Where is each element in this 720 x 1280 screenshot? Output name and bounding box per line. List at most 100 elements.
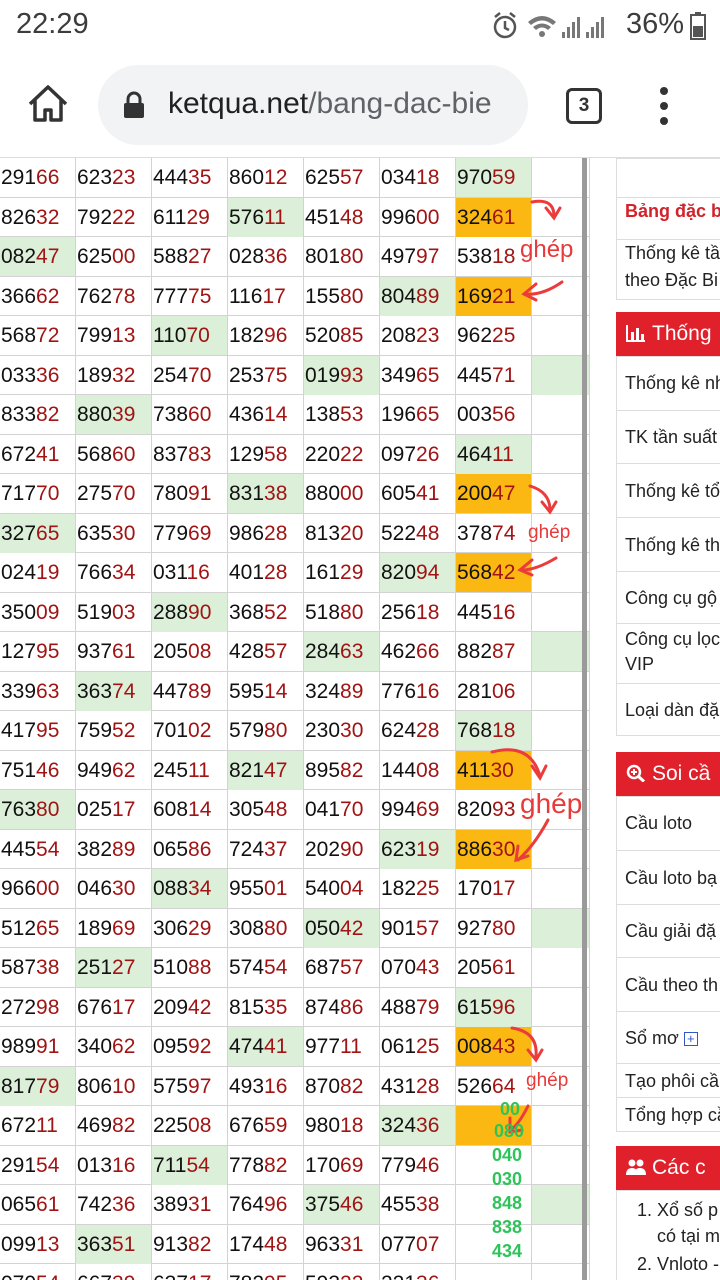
cell-prefix: 778 [229, 1153, 265, 1177]
lock-icon [124, 91, 144, 118]
table-cell: 07707 [380, 1224, 456, 1264]
status-bar: 22:29 36% [0, 0, 720, 52]
table-cell: 66739 [76, 1264, 152, 1280]
cell-prefix: 874 [305, 995, 341, 1019]
cell-last-two: 29 [340, 561, 364, 584]
url-text[interactable]: ketqua.net/bang-dac-bie [168, 87, 518, 121]
table-cell: 51903 [76, 592, 152, 632]
cell-last-two: 62 [36, 284, 60, 308]
cell-last-two: 82 [340, 758, 364, 782]
cac-item[interactable]: 2. Vnloto - [617, 1251, 720, 1277]
bar-chart-icon [626, 325, 645, 342]
table-cell: 30548 [228, 790, 304, 829]
url-bar[interactable]: ketqua.net/bang-dac-bie [98, 65, 528, 145]
table-cell: 98018 [304, 1106, 380, 1145]
table-cell: 25618 [380, 592, 456, 632]
cell-prefix: 116 [229, 284, 263, 308]
thong-ke-item[interactable]: VIP [617, 651, 720, 679]
soi-cau-item[interactable]: Cầu loto [617, 797, 720, 850]
thong-ke-item[interactable]: Loại dàn đặ [617, 683, 720, 735]
table-cell: 52085 [304, 316, 380, 355]
cell-prefix: 672 [1, 442, 37, 466]
cell-prefix: 445 [457, 363, 493, 387]
cell-prefix: 189 [77, 916, 113, 940]
cell-last-two: 82 [188, 1232, 212, 1256]
cell-prefix: 462 [381, 640, 417, 663]
table-cell: 82632 [0, 197, 76, 237]
cell-prefix: 886 [457, 837, 493, 861]
arrow-icon [528, 484, 558, 515]
thong-ke-item[interactable]: Công cụ lọc [617, 623, 720, 651]
soi-cau-item[interactable]: Cầu giải đặ [617, 904, 720, 957]
cell-prefix: 033 [1, 363, 37, 387]
cell-prefix: 970 [457, 166, 493, 189]
cell-prefix: 776 [381, 679, 417, 703]
tab-switcher-button[interactable]: 3 [566, 88, 602, 124]
cell-prefix: 615 [457, 995, 493, 1019]
cell-last-two: 61 [112, 640, 136, 663]
thong-ke-item[interactable]: Thống kê th [617, 517, 720, 571]
cell-prefix: 389 [153, 1193, 189, 1216]
soi-cau-item[interactable]: Cầu loto bạ [617, 850, 720, 904]
sidebar-item-0[interactable] [617, 159, 720, 187]
wifi-icon [528, 16, 556, 37]
cell-last-two: 16 [186, 561, 210, 584]
soi-cau-item[interactable]: Cầu theo th [617, 957, 720, 1011]
more-menu-icon[interactable] [654, 84, 674, 128]
cell-prefix: 451 [305, 205, 341, 229]
so-mo-item[interactable]: Sổ mơ + [617, 1011, 720, 1063]
cell-prefix: 469 [77, 1114, 113, 1137]
cell-prefix: 291 [1, 166, 37, 189]
sidebar-item-theo-dac-biet[interactable]: theo Đặc Bi [617, 267, 720, 295]
cell-last-two: 43 [416, 956, 440, 979]
soi-cau-item[interactable]: Tạo phôi cầ [617, 1063, 720, 1097]
cell-prefix: 623 [381, 837, 417, 861]
table-cell: 17448 [228, 1224, 304, 1264]
cell-prefix: 635 [77, 521, 113, 545]
table-cell: 20823 [380, 316, 456, 355]
table-cell: 67659 [228, 1106, 304, 1145]
table-cell: 77946 [380, 1145, 456, 1185]
cell-last-two: 52 [264, 600, 288, 624]
cell-last-two: 34 [188, 877, 212, 900]
cell-prefix: 994 [381, 798, 417, 821]
cell-last-two: 54 [36, 1153, 60, 1177]
thong-ke-item[interactable]: Thống kê nh [617, 357, 720, 410]
cell-last-two: 89 [340, 679, 364, 703]
table-cell: 54004 [304, 869, 380, 908]
table-cell: 36351 [76, 1224, 152, 1264]
table-cell: 32765 [0, 513, 76, 553]
table-cell: 98991 [0, 1027, 76, 1066]
cell-prefix: 595 [229, 679, 265, 703]
home-icon[interactable] [26, 82, 70, 126]
cell-prefix: 189 [77, 363, 113, 387]
cell-prefix: 155 [305, 284, 341, 308]
table-cell: 83382 [0, 395, 76, 434]
cell-prefix: 962 [457, 324, 493, 347]
cell-last-two: 82 [340, 1074, 364, 1098]
cell-last-two: 48 [264, 798, 288, 821]
cell-prefix: 779 [381, 1153, 417, 1177]
table-cell: 67241 [0, 434, 76, 474]
cac-item[interactable]: 1. Xổ số p [617, 1197, 720, 1223]
thong-ke-item[interactable]: TK tần suất [617, 410, 720, 463]
thong-ke-item[interactable]: Công cụ gộ [617, 571, 720, 623]
cell-prefix: 782 [229, 1272, 264, 1280]
sidebar-item-thong-ke-tan[interactable]: Thống kê tầ [617, 239, 720, 267]
url-path: /bang-dac-bie [308, 87, 492, 120]
table-cell: 37546 [304, 1185, 380, 1224]
cell-last-two: 39 [112, 403, 136, 426]
cell-last-two: 35 [188, 166, 212, 189]
cell-prefix: 327 [1, 521, 37, 545]
cell-last-two: 27 [112, 956, 136, 979]
table-cell: 44789 [152, 671, 228, 711]
soi-cau-item[interactable]: Tổng hợp cầ [617, 1097, 720, 1131]
cell-last-two: 83 [188, 442, 212, 466]
cell-prefix: 417 [1, 719, 37, 742]
thong-ke-item[interactable]: Thống kê tổ [617, 463, 720, 517]
table-cell: 33963 [0, 671, 76, 711]
sidebar-item-bang-dac-biet[interactable]: Bảng đặc b [617, 197, 720, 225]
table-cell: 52248 [380, 513, 456, 553]
cell-prefix: 034 [381, 166, 417, 189]
cell-last-two: 11 [188, 758, 210, 782]
